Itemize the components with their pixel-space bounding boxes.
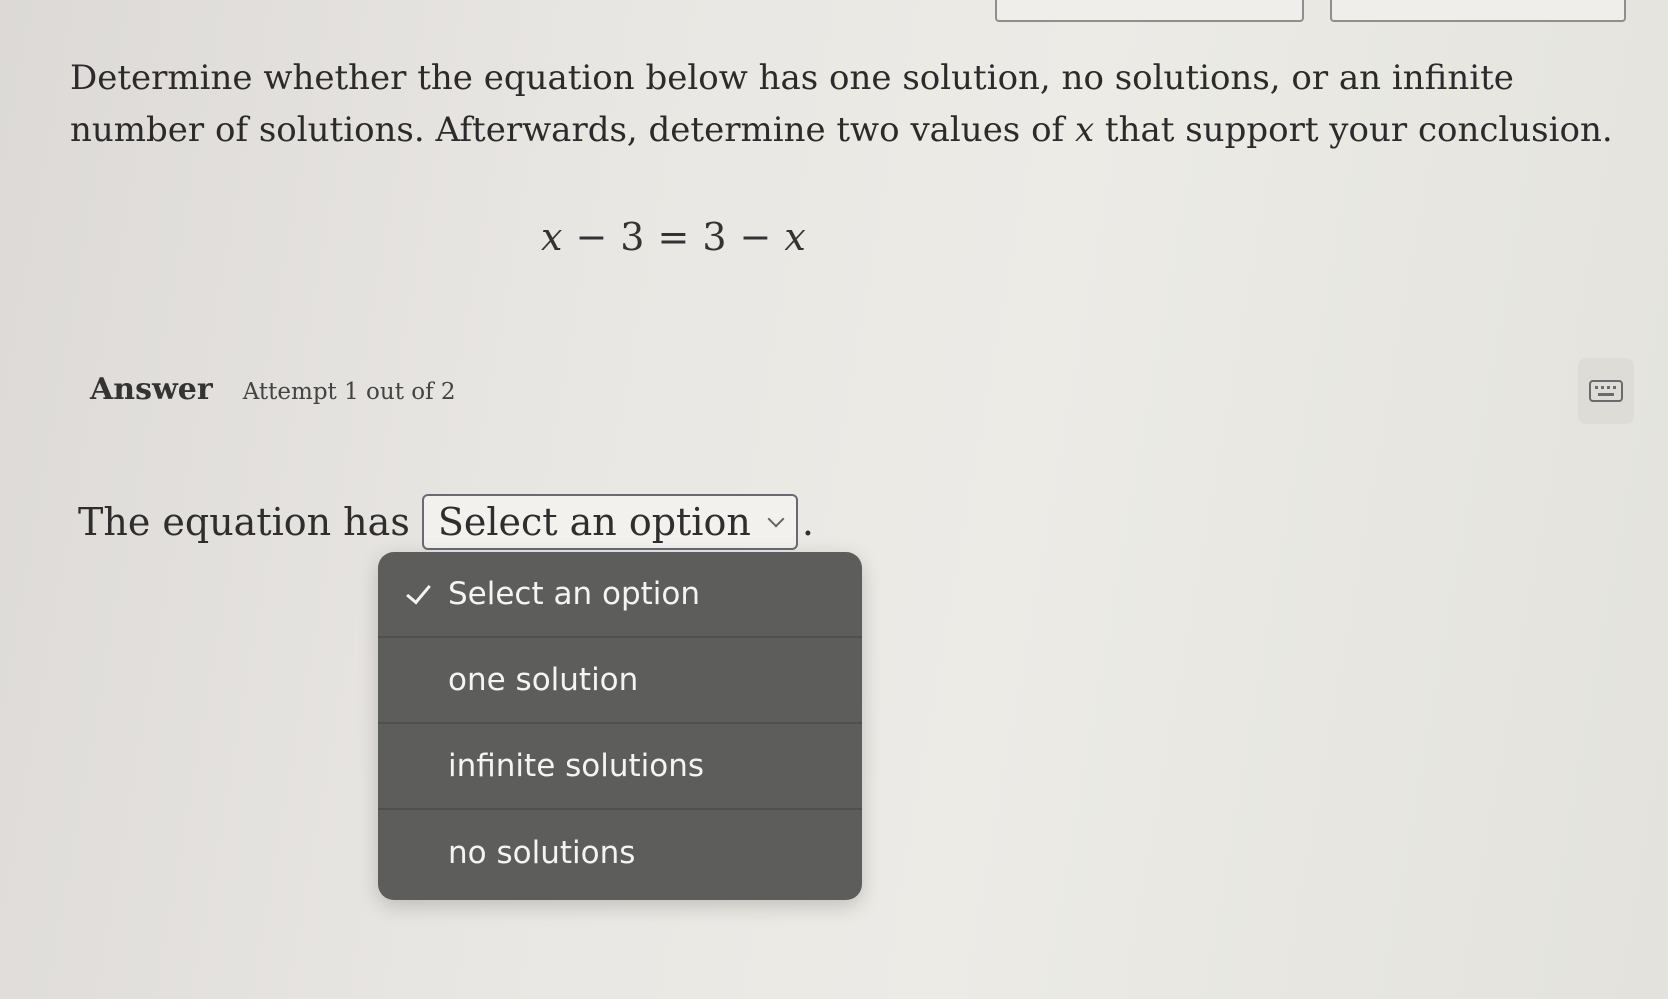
keyboard-toggle-button[interactable] — [1578, 358, 1634, 424]
dropdown-option-select-an-option[interactable]: Select an option — [378, 552, 862, 638]
question-text-part2: that support your conclusion. — [1094, 110, 1613, 150]
dropdown-option-no-solutions[interactable]: no solutions — [378, 810, 862, 896]
equation-minus-2: − — [739, 215, 773, 259]
checkmark-icon — [406, 578, 431, 605]
equation-lhs-variable: x — [541, 215, 564, 259]
equation-minus-1: − — [575, 215, 609, 259]
option-label: one solution — [448, 662, 639, 698]
top-action-button-left[interactable] — [995, 0, 1304, 22]
question-prompt: Determine whether the equation below has… — [70, 52, 1620, 156]
answer-prefix: The equation has — [78, 500, 410, 544]
equation-rhs-variable: x — [784, 215, 807, 259]
top-action-button-right[interactable] — [1330, 0, 1626, 22]
equation-equals: = — [657, 215, 691, 259]
equation-rhs-number: 3 — [702, 215, 728, 259]
dropdown-option-infinite-solutions[interactable]: infinite solutions — [378, 724, 862, 810]
answer-label: Answer — [90, 372, 213, 407]
answer-sentence: The equation has Select an option . — [78, 494, 814, 550]
answer-header: Answer Attempt 1 out of 2 — [90, 372, 456, 407]
solution-type-select[interactable]: Select an option — [421, 494, 798, 550]
option-label: Select an option — [448, 576, 701, 612]
option-label: infinite solutions — [448, 748, 705, 784]
answer-suffix: . — [801, 500, 814, 544]
keyboard-icon — [1589, 380, 1623, 402]
attempt-counter: Attempt 1 out of 2 — [242, 379, 456, 405]
select-value: Select an option — [437, 500, 751, 544]
equation: x −3 = 3− x — [535, 215, 813, 259]
question-variable: x — [1074, 110, 1095, 150]
equation-lhs-number: 3 — [620, 215, 646, 259]
select-dropdown-menu: Select an option one solution infinite s… — [378, 552, 862, 900]
chevron-down-icon — [767, 510, 785, 528]
option-label: no solutions — [448, 835, 636, 871]
dropdown-option-one-solution[interactable]: one solution — [378, 638, 862, 724]
